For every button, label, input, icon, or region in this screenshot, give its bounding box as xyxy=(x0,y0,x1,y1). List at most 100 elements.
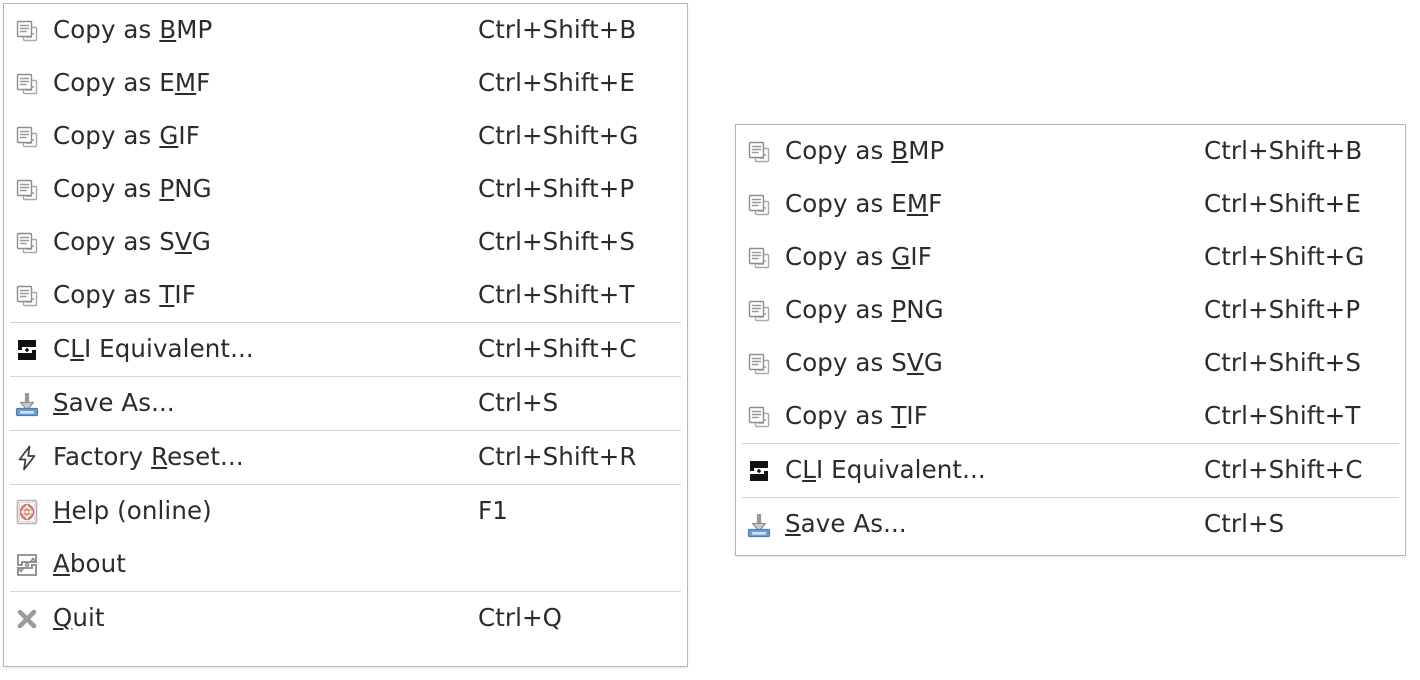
label-mnemonic: A xyxy=(53,549,70,579)
label-suffix: elp (online) xyxy=(71,496,212,526)
menu-item-copy-as-png[interactable]: Copy as PNG Ctrl+Shift+P xyxy=(736,284,1405,337)
label-suffix: IF xyxy=(174,280,196,310)
menu-item-label: Help (online) xyxy=(53,499,212,524)
menu-item-factory-reset[interactable]: Factory Reset... Ctrl+Shift+R xyxy=(4,431,687,484)
label-prefix: Copy as xyxy=(785,401,892,431)
menu-item-label: Factory Reset... xyxy=(53,445,244,470)
menu-item-copy-as-gif[interactable]: Copy as GIF Ctrl+Shift+G xyxy=(4,110,687,163)
label-prefix: Copy as S xyxy=(53,227,175,257)
menu-item-label: Copy as EMF xyxy=(785,192,942,217)
label-suffix: IF xyxy=(906,401,928,431)
factory-reset-icon xyxy=(12,443,42,473)
menu-item-copy-as-gif[interactable]: Copy as GIF Ctrl+Shift+G xyxy=(736,231,1405,284)
menu-item-copy-as-emf[interactable]: Copy as EMF Ctrl+Shift+E xyxy=(736,178,1405,231)
menu-item-copy-as-svg[interactable]: Copy as SVG Ctrl+Shift+S xyxy=(736,337,1405,390)
label-prefix: Copy as xyxy=(53,280,160,310)
label-mnemonic: V xyxy=(906,348,924,378)
label-mnemonic: R xyxy=(151,442,168,472)
menu-item-shortcut: Ctrl+Shift+R xyxy=(478,442,637,472)
label-prefix: Copy as xyxy=(53,174,160,204)
label-suffix: IF xyxy=(910,242,932,272)
menu-item-label: Copy as TIF xyxy=(785,404,928,429)
label-suffix: ave As... xyxy=(800,509,907,539)
label-suffix: MP xyxy=(176,15,213,45)
menu-item-label: Copy as BMP xyxy=(53,18,212,43)
label-prefix: Copy as xyxy=(785,136,892,166)
copy-icon xyxy=(744,402,774,432)
full-context-menu[interactable]: Copy as BMP Ctrl+Shift+B Copy as EMF Ctrl+S… xyxy=(3,3,688,667)
menu-item-label: CLI Equivalent... xyxy=(785,458,986,483)
copy-icon xyxy=(12,69,42,99)
menu-item-list: Copy as BMP Ctrl+Shift+B Copy as EMF Ctrl+S… xyxy=(736,125,1405,551)
menu-item-help-online[interactable]: Help (online) F1 xyxy=(4,485,687,538)
copy-icon xyxy=(744,243,774,273)
menu-item-label: Copy as SVG xyxy=(785,351,943,376)
copy-icon xyxy=(744,190,774,220)
copy-icon xyxy=(744,137,774,167)
label-mnemonic: B xyxy=(891,136,909,166)
menu-item-shortcut: F1 xyxy=(478,496,508,526)
menu-item-label: Save As... xyxy=(53,391,175,416)
menu-item-shortcut: Ctrl+Shift+E xyxy=(478,68,636,98)
label-suffix: F xyxy=(196,68,211,98)
menu-item-shortcut: Ctrl+Shift+B xyxy=(1204,136,1363,166)
menu-item-shortcut: Ctrl+Shift+T xyxy=(1204,401,1361,431)
menu-item-label: Copy as PNG xyxy=(785,298,944,323)
menu-item-shortcut: Ctrl+Shift+C xyxy=(478,334,637,364)
menu-item-label: Copy as EMF xyxy=(53,71,210,96)
menu-item-copy-as-emf[interactable]: Copy as EMF Ctrl+Shift+E xyxy=(4,57,687,110)
label-mnemonic: M xyxy=(906,189,929,219)
menu-item-label: Copy as PNG xyxy=(53,177,212,202)
label-prefix: Copy as xyxy=(785,295,892,325)
menu-item-copy-as-tif[interactable]: Copy as TIF Ctrl+Shift+T xyxy=(4,269,687,322)
label-mnemonic: V xyxy=(174,227,192,257)
menu-item-label: About xyxy=(53,552,126,577)
label-mnemonic: M xyxy=(174,68,197,98)
reduced-context-menu[interactable]: Copy as BMP Ctrl+Shift+B Copy as EMF Ctrl+S… xyxy=(735,124,1406,556)
label-mnemonic: T xyxy=(159,280,175,310)
help-icon xyxy=(12,497,42,527)
menu-item-shortcut: Ctrl+Shift+P xyxy=(1204,295,1361,325)
menu-item-cli-equivalent[interactable]: CLI Equivalent... Ctrl+Shift+C xyxy=(4,323,687,376)
label-mnemonic: L xyxy=(802,455,816,485)
menu-item-list: Copy as BMP Ctrl+Shift+B Copy as EMF Ctrl+S… xyxy=(4,4,687,645)
label-mnemonic: G xyxy=(891,242,911,272)
menu-item-label: Copy as TIF xyxy=(53,283,196,308)
save-as-icon xyxy=(744,510,774,540)
menu-item-copy-as-bmp[interactable]: Copy as BMP Ctrl+Shift+B xyxy=(4,4,687,57)
label-suffix: ave As... xyxy=(68,388,175,418)
menu-item-about[interactable]: About xyxy=(4,538,687,591)
label-suffix: I Equivalent... xyxy=(83,334,254,364)
menu-item-cli-equivalent[interactable]: CLI Equivalent... Ctrl+Shift+C xyxy=(736,444,1405,497)
menu-item-copy-as-png[interactable]: Copy as PNG Ctrl+Shift+P xyxy=(4,163,687,216)
menu-item-shortcut: Ctrl+Shift+B xyxy=(478,15,637,45)
label-suffix: G xyxy=(923,348,943,378)
label-mnemonic: L xyxy=(70,334,84,364)
copy-icon xyxy=(12,122,42,152)
label-prefix: C xyxy=(53,334,71,364)
label-prefix: Copy as xyxy=(53,121,160,151)
menu-item-quit[interactable]: Quit Ctrl+Q xyxy=(4,592,687,645)
label-mnemonic: S xyxy=(785,509,801,539)
menu-item-save-as[interactable]: Save As... Ctrl+S xyxy=(736,498,1405,551)
copy-icon xyxy=(12,228,42,258)
menu-item-copy-as-svg[interactable]: Copy as SVG Ctrl+Shift+S xyxy=(4,216,687,269)
menu-item-label: CLI Equivalent... xyxy=(53,337,254,362)
menu-item-save-as[interactable]: Save As... Ctrl+S xyxy=(4,377,687,430)
label-mnemonic: H xyxy=(53,496,72,526)
menu-item-label: Save As... xyxy=(785,512,907,537)
label-mnemonic: G xyxy=(159,121,179,151)
label-prefix: Factory xyxy=(53,442,152,472)
copy-icon xyxy=(744,349,774,379)
label-suffix: uit xyxy=(72,603,105,633)
label-suffix: eset... xyxy=(167,442,244,472)
menu-item-copy-as-bmp[interactable]: Copy as BMP Ctrl+Shift+B xyxy=(736,125,1405,178)
label-prefix: Copy as S xyxy=(785,348,907,378)
label-mnemonic: P xyxy=(159,174,175,204)
menu-item-copy-as-tif[interactable]: Copy as TIF Ctrl+Shift+T xyxy=(736,390,1405,443)
menu-item-label: Copy as BMP xyxy=(785,139,944,164)
label-prefix: Copy as E xyxy=(785,189,907,219)
menu-item-shortcut: Ctrl+Shift+C xyxy=(1204,455,1363,485)
label-mnemonic: B xyxy=(159,15,177,45)
save-as-icon xyxy=(12,389,42,419)
